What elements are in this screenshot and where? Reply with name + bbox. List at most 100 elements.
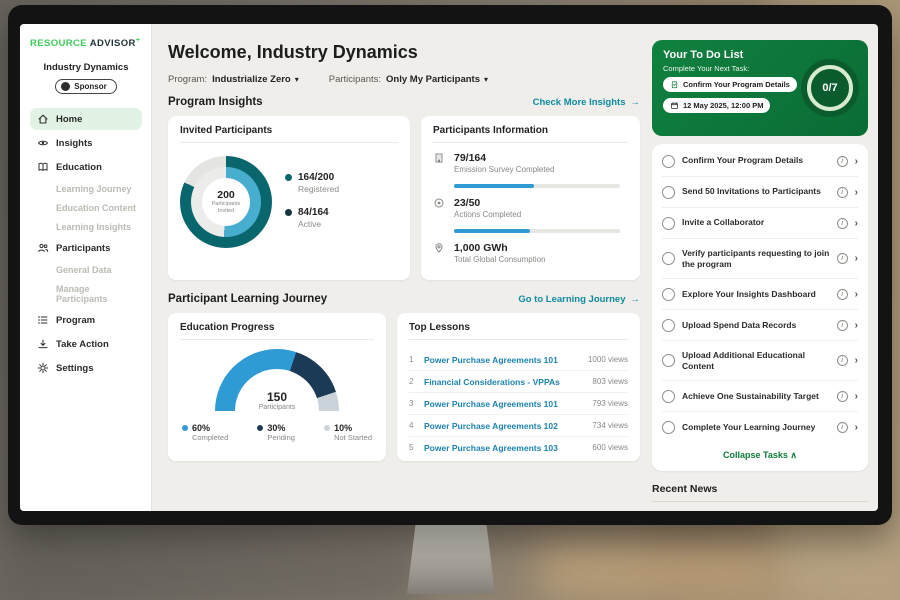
- sidebar-item-label: Program: [56, 315, 95, 326]
- task-checkbox[interactable]: [662, 186, 675, 199]
- task-row[interactable]: Invite a Collaborator i ›: [662, 208, 858, 239]
- lesson-row[interactable]: 1 Power Purchase Agreements 101 1000 vie…: [409, 349, 628, 371]
- lesson-link[interactable]: Power Purchase Agreements 101: [424, 399, 585, 409]
- sidebar-item-insights[interactable]: Insights: [30, 132, 142, 154]
- filter-bar: Program: Industrialize Zero ▾ Participan…: [168, 74, 640, 85]
- task-row[interactable]: Achieve One Sustainability Target i ›: [662, 381, 858, 412]
- chevron-right-icon[interactable]: ›: [855, 187, 858, 198]
- chevron-up-icon: ∧: [790, 450, 797, 460]
- task-checkbox[interactable]: [662, 155, 675, 168]
- stat-label: Actions Completed: [454, 210, 521, 219]
- task-row[interactable]: Confirm Your Program Details i ›: [662, 146, 858, 177]
- background-blur: [0, 545, 420, 600]
- card-title: Top Lessons: [409, 322, 628, 340]
- logo-secondary: ADVISOR: [90, 38, 136, 49]
- sidebar-item-manage-participants[interactable]: Manage Participants: [30, 279, 142, 308]
- todo-progress-ring: 0/7: [801, 59, 859, 117]
- gauge-center: 150 Participants: [215, 390, 339, 411]
- stat-value: 23/50: [454, 197, 521, 209]
- task-checkbox[interactable]: [662, 252, 675, 265]
- program-select-label: Program:: [168, 74, 207, 85]
- task-checkbox[interactable]: [662, 354, 675, 367]
- sidebar-item-take-action[interactable]: Take Action: [30, 333, 142, 355]
- sponsor-badge[interactable]: Sponsor: [55, 79, 116, 94]
- task-row[interactable]: Send 50 Invitations to Participants i ›: [662, 177, 858, 208]
- next-task-pill[interactable]: Confirm Your Program Details: [663, 77, 797, 92]
- stat-value: 1,000 GWh: [454, 242, 546, 254]
- chevron-right-icon[interactable]: ›: [855, 156, 858, 167]
- lesson-link[interactable]: Power Purchase Agreements 103: [424, 443, 585, 453]
- chevron-right-icon[interactable]: ›: [855, 391, 858, 402]
- lesson-row[interactable]: 2 Financial Considerations - VPPAs 803 v…: [409, 371, 628, 393]
- info-icon[interactable]: i: [837, 187, 848, 198]
- task-row[interactable]: Complete Your Learning Journey i ›: [662, 412, 858, 442]
- due-date-pill: 12 May 2025, 12:00 PM: [663, 98, 770, 113]
- task-checkbox[interactable]: [662, 319, 675, 332]
- info-icon[interactable]: i: [837, 355, 848, 366]
- invited-participants-card: Invited Participants 200 Participants In…: [168, 116, 410, 280]
- sidebar-item-settings[interactable]: Settings: [30, 357, 142, 379]
- sidebar-item-program[interactable]: Program: [30, 309, 142, 331]
- sidebar-item-learning-insights[interactable]: Learning Insights: [30, 217, 142, 236]
- lesson-row[interactable]: 3 Power Purchase Agreements 101 793 view…: [409, 393, 628, 415]
- lesson-row[interactable]: 5 Power Purchase Agreements 103 600 view…: [409, 437, 628, 458]
- lesson-row[interactable]: 4 Power Purchase Agreements 102 734 view…: [409, 415, 628, 437]
- task-checkbox[interactable]: [662, 288, 675, 301]
- sidebar-item-learning-journey[interactable]: Learning Journey: [30, 179, 142, 198]
- stat-value: 79/164: [454, 152, 554, 164]
- lesson-link[interactable]: Power Purchase Agreements 102: [424, 421, 585, 431]
- progress-bar-emission: [454, 184, 620, 188]
- monitor-bezel: RESOURCE ADVISOR+ Industry Dynamics Spon…: [8, 5, 892, 525]
- participants-select-value: Only My Participants: [386, 74, 480, 85]
- chevron-right-icon[interactable]: ›: [855, 320, 858, 331]
- task-checkbox[interactable]: [662, 421, 675, 434]
- program-select[interactable]: Program: Industrialize Zero ▾: [168, 74, 299, 85]
- lesson-link[interactable]: Financial Considerations - VPPAs: [424, 377, 585, 387]
- task-row[interactable]: Verify participants requesting to join t…: [662, 239, 858, 279]
- main-content: Welcome, Industry Dynamics Program: Indu…: [152, 24, 640, 511]
- info-icon[interactable]: i: [837, 320, 848, 331]
- clipboard-check-icon: [670, 80, 679, 89]
- section-title: Participant Learning Journey: [168, 293, 327, 305]
- task-checkbox[interactable]: [662, 390, 675, 403]
- legend-item-not-started: 10% Not Started: [324, 423, 372, 442]
- check-more-insights-link[interactable]: Check More Insights →: [533, 97, 640, 108]
- download-icon: [37, 338, 49, 350]
- sidebar-item-education[interactable]: Education: [30, 156, 142, 178]
- sidebar-item-participants[interactable]: Participants: [30, 237, 142, 259]
- invited-donut-chart: 200 Participants Invited: [180, 156, 272, 248]
- info-icon[interactable]: i: [837, 253, 848, 264]
- donut-center-value: 200: [217, 189, 235, 201]
- chevron-right-icon[interactable]: ›: [855, 253, 858, 264]
- info-icon[interactable]: i: [837, 391, 848, 402]
- chevron-right-icon[interactable]: ›: [855, 355, 858, 366]
- chevron-right-icon[interactable]: ›: [855, 422, 858, 433]
- info-icon[interactable]: i: [837, 156, 848, 167]
- org-name: Industry Dynamics: [30, 62, 142, 73]
- lesson-link[interactable]: Power Purchase Agreements 101: [424, 355, 581, 365]
- insights-cards: Invited Participants 200 Participants In…: [168, 116, 640, 280]
- learning-cards: Education Progress 150 Participants: [168, 313, 640, 461]
- legend-item-active: 84/164 Active: [285, 207, 339, 229]
- legend-dot-active: [285, 209, 292, 216]
- sponsor-label: Sponsor: [74, 82, 106, 91]
- insights-icon: [37, 137, 49, 149]
- info-icon[interactable]: i: [837, 218, 848, 229]
- task-row[interactable]: Explore Your Insights Dashboard i ›: [662, 279, 858, 310]
- chevron-right-icon[interactable]: ›: [855, 218, 858, 229]
- donut-legend: 164/200 Registered 84/164 Active: [285, 172, 339, 229]
- participants-select[interactable]: Participants: Only My Participants ▾: [329, 74, 488, 85]
- todo-column: Your To Do List Complete Your Next Task:…: [640, 24, 878, 511]
- task-row[interactable]: Upload Spend Data Records i ›: [662, 310, 858, 341]
- go-to-learning-journey-link[interactable]: Go to Learning Journey →: [518, 294, 640, 305]
- task-row[interactable]: Upload Additional Educational Content i …: [662, 341, 858, 381]
- sidebar-item-education-content[interactable]: Education Content: [30, 198, 142, 217]
- collapse-tasks-link[interactable]: Collapse Tasks ∧: [662, 442, 858, 469]
- chevron-right-icon[interactable]: ›: [855, 289, 858, 300]
- info-icon[interactable]: i: [837, 289, 848, 300]
- task-checkbox[interactable]: [662, 217, 675, 230]
- sidebar-item-home[interactable]: Home: [30, 108, 142, 130]
- due-date-label: 12 May 2025, 12:00 PM: [683, 101, 763, 110]
- info-icon[interactable]: i: [837, 422, 848, 433]
- sidebar-item-general-data[interactable]: General Data: [30, 260, 142, 279]
